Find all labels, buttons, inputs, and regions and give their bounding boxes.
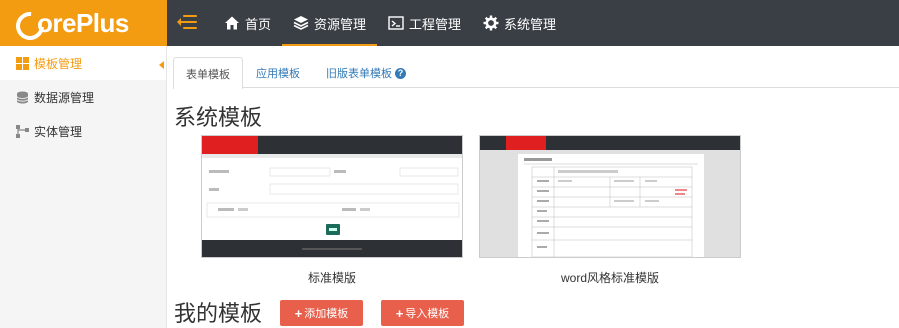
- database-icon: [16, 91, 29, 104]
- tab-app-templates[interactable]: 应用模板: [243, 57, 313, 88]
- tab-label: 表单模板: [186, 68, 230, 81]
- logo-text: orePlus: [37, 8, 129, 38]
- import-template-button[interactable]: + 导入模板: [381, 300, 464, 326]
- nav-item-label: 资源管理: [314, 16, 367, 32]
- add-template-button[interactable]: + 添加模板: [280, 300, 363, 326]
- sidebar-item-templates[interactable]: 模板管理: [0, 46, 166, 80]
- grid-icon: [16, 56, 29, 70]
- sidebar-item-label: 模板管理: [34, 56, 83, 71]
- system-templates-title: 系统模板: [174, 105, 263, 130]
- button-label: 导入模板: [405, 308, 450, 320]
- nav-item-label: 系统管理: [504, 16, 557, 32]
- template-card-standard[interactable]: 标准模版: [201, 135, 463, 286]
- nav-item-system[interactable]: 系统管理: [472, 0, 567, 46]
- sidebar-collapse-icon[interactable]: [159, 61, 164, 69]
- plus-icon: +: [395, 305, 404, 321]
- sidebar: 模板管理 数据源管理 实体管理: [0, 46, 167, 328]
- logo-c-icon: [16, 12, 36, 34]
- tab-legacy-form-templates[interactable]: 旧版表单模板 ?: [313, 57, 419, 88]
- sidebar-item-entities[interactable]: 实体管理: [0, 114, 166, 148]
- template-label: word风格标准模版: [560, 271, 659, 285]
- template-tabs: 表单模板 应用模板 旧版表单模板 ?: [173, 57, 899, 89]
- template-label: 标准模版: [307, 271, 356, 285]
- main-content: 表单模板 应用模板 旧版表单模板 ? 系统模板 标准模版 word风格标准模版 …: [167, 46, 899, 328]
- template-card-word-style[interactable]: word风格标准模版: [479, 135, 741, 286]
- home-icon: [224, 15, 240, 31]
- sidebar-item-datasource[interactable]: 数据源管理: [0, 80, 166, 114]
- plus-icon: +: [294, 305, 303, 321]
- nav-item-label: 首页: [245, 16, 272, 32]
- coreplus-logo[interactable]: orePlus: [0, 0, 167, 46]
- nav-item-home[interactable]: 首页: [213, 0, 282, 46]
- sidebar-item-label: 数据源管理: [34, 90, 95, 105]
- my-templates-title: 我的模板: [174, 301, 263, 326]
- nav-item-label: 工程管理: [409, 16, 462, 32]
- help-icon[interactable]: ?: [395, 67, 406, 79]
- top-navbar: orePlus 首页 资源管理 工程管理 系统管理: [0, 0, 899, 46]
- template-thumbnail-word-style: [479, 135, 741, 258]
- sidebar-item-label: 实体管理: [34, 124, 83, 139]
- layers-icon: [293, 15, 309, 31]
- sidebar-toggle-icon[interactable]: [177, 14, 197, 30]
- main-nav: 首页 资源管理 工程管理 系统管理: [213, 0, 567, 46]
- nav-item-projects[interactable]: 工程管理: [377, 0, 472, 46]
- button-label: 添加模板: [304, 308, 349, 320]
- tab-label: 旧版表单模板: [326, 68, 392, 80]
- tab-label: 应用模板: [256, 68, 300, 80]
- template-thumbnail-standard: [201, 135, 463, 258]
- nav-item-resources[interactable]: 资源管理: [282, 0, 378, 46]
- sitemap-icon: [16, 124, 29, 138]
- tab-form-templates[interactable]: 表单模板: [173, 57, 243, 89]
- gear-icon: [483, 15, 499, 31]
- terminal-icon: [388, 15, 404, 31]
